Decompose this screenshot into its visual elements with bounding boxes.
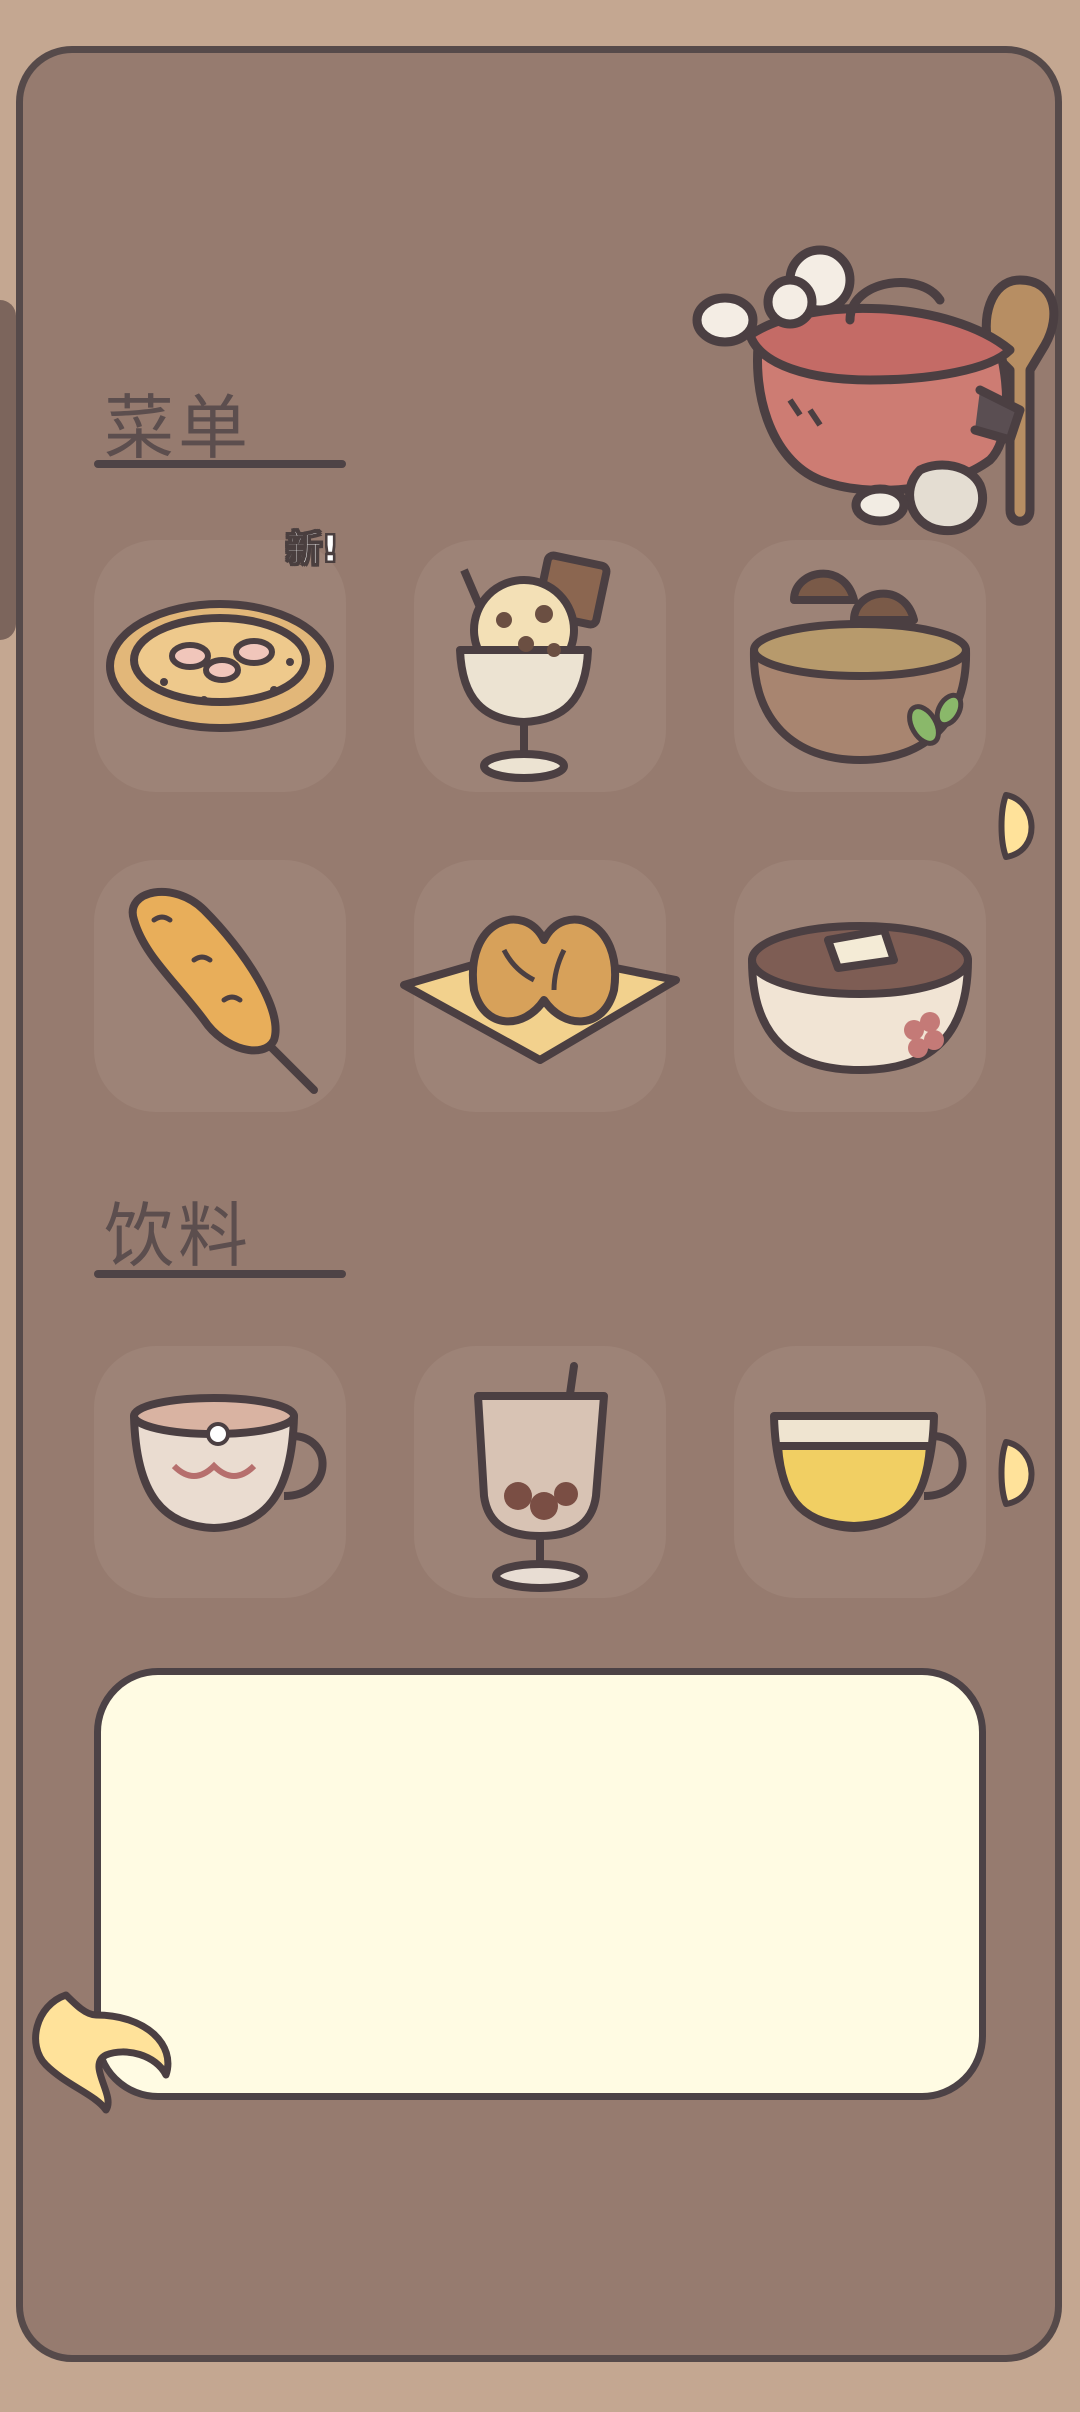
- tofu-bowl-icon: [748, 922, 972, 1074]
- new-badge: 新!: [285, 529, 339, 571]
- menu-title-underline: [94, 460, 346, 468]
- drink-item-honey-tea[interactable]: [734, 1346, 986, 1598]
- side-tab[interactable]: [0, 300, 16, 640]
- next-arrow-icon[interactable]: [998, 1438, 1042, 1508]
- drinks-section-title: 饮料: [104, 1195, 252, 1277]
- corn-skewer-icon: [128, 887, 318, 1094]
- pretzel-pastry-icon: [400, 915, 680, 1064]
- menu-item-ice-cream[interactable]: [414, 540, 666, 792]
- bean-drink-glass-icon: [474, 1362, 608, 1592]
- next-arrow-icon[interactable]: [998, 791, 1042, 861]
- menu-item-pizza[interactable]: [94, 540, 346, 792]
- honey-tea-icon: [770, 1412, 967, 1532]
- description-box: [94, 1668, 986, 2100]
- menu-item-mushroom-soup[interactable]: [734, 540, 986, 792]
- back-arrow-icon[interactable]: [26, 1985, 176, 2115]
- menu-section-title: 菜单: [104, 387, 252, 469]
- menu-item-tofu-bowl[interactable]: [734, 860, 986, 1112]
- drink-item-bean-drink[interactable]: [414, 1346, 666, 1598]
- drink-item-flower-tea[interactable]: [94, 1346, 346, 1598]
- cooking-pot-icon: [692, 245, 1059, 536]
- drinks-title-underline: [94, 1270, 346, 1278]
- flower-tea-icon: [130, 1394, 327, 1532]
- menu-item-pretzel[interactable]: [400, 860, 680, 1112]
- ice-cream-sundae-icon: [456, 551, 611, 782]
- menu-item-corn-skewer[interactable]: [94, 860, 346, 1112]
- pizza-icon: [106, 600, 334, 732]
- mushroom-soup-icon: [749, 569, 971, 764]
